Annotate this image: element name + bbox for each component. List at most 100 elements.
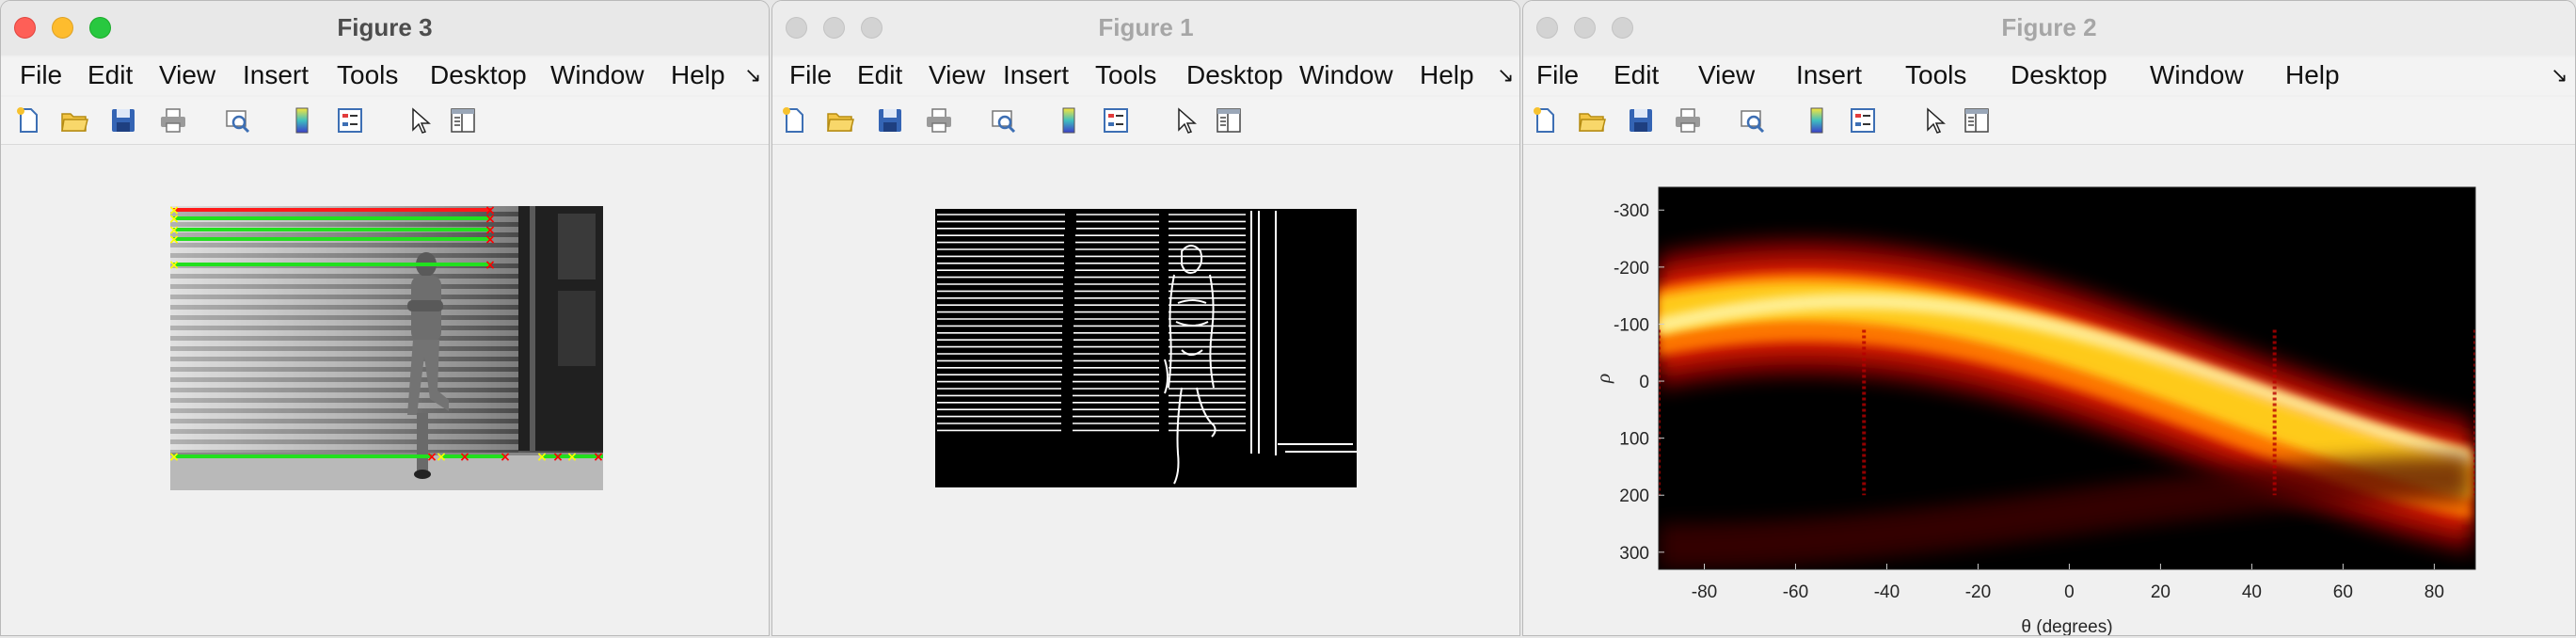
y-tick-label: 300 [1619, 544, 1649, 564]
print-preview-icon[interactable] [1738, 106, 1766, 135]
figure-toolbar [772, 97, 1519, 145]
figure2-window: Figure 2 File Edit View Insert Tools Des… [1522, 0, 2576, 636]
y-tick-label: 100 [1619, 430, 1649, 450]
property-editor-icon[interactable] [449, 106, 477, 135]
legend-icon[interactable] [336, 106, 364, 135]
svg-text:×: × [485, 232, 496, 247]
pointer-icon[interactable] [1171, 106, 1200, 135]
menu-edit[interactable]: Edit [857, 60, 902, 90]
menu-bar: File Edit View Insert Tools Desktop Wind… [1, 57, 769, 95]
property-editor-icon[interactable] [1215, 106, 1243, 135]
y-tick-label: -300 [1614, 201, 1649, 221]
colorbar-icon[interactable] [288, 106, 316, 135]
open-file-icon[interactable] [60, 106, 88, 135]
pointer-icon[interactable] [405, 106, 434, 135]
menu-bar: File Edit View Insert Tools Desktop Wind… [1523, 57, 2575, 95]
colorbar-icon[interactable] [1803, 106, 1831, 135]
print-preview-icon[interactable] [989, 106, 1017, 135]
figure-toolbar [1, 97, 769, 145]
menu-view[interactable]: View [159, 60, 215, 90]
open-file-icon[interactable] [1578, 106, 1606, 135]
x-tick-label: -20 [1965, 582, 1991, 602]
figure3-canvas: ×× ×× ×× ×× ×× ×× ×× × ×× ×× [1, 145, 769, 635]
menu-file[interactable]: File [20, 60, 62, 90]
y-axis-label: ρ [1592, 374, 1614, 384]
save-icon[interactable] [109, 106, 137, 135]
print-icon[interactable] [925, 106, 953, 135]
menu-edit[interactable]: Edit [87, 60, 133, 90]
figure2-canvas: -80 -60 -40 -20 0 20 40 60 80 -300 -200 -100 0 100 200… [1523, 145, 2575, 635]
legend-icon[interactable] [1849, 106, 1877, 135]
y-tick-label: -100 [1614, 315, 1649, 335]
menu-desktop[interactable]: Desktop [430, 60, 527, 90]
figure-toolbar [1523, 97, 2575, 145]
y-tick-label: -200 [1614, 259, 1649, 279]
svg-text:×: × [170, 450, 180, 465]
menu-overflow-icon[interactable]: ↘ [744, 63, 761, 88]
figure1-titlebar[interactable]: Figure 1 [772, 1, 1519, 56]
new-figure-icon[interactable] [14, 106, 42, 135]
x-tick-label: 60 [2333, 582, 2353, 602]
menu-window[interactable]: Window [550, 60, 644, 90]
window-title: Figure 2 [2001, 13, 2097, 41]
x-tick-label: 40 [2242, 582, 2262, 602]
menu-help[interactable]: Help [2285, 60, 2340, 90]
menu-insert[interactable]: Insert [243, 60, 309, 90]
figure3-titlebar[interactable]: Figure 3 [1, 1, 769, 56]
menu-overflow-icon[interactable]: ↘ [1497, 63, 1514, 88]
figure2-titlebar[interactable]: Figure 2 [1523, 1, 2575, 56]
menu-insert[interactable]: Insert [1003, 60, 1069, 90]
menu-view[interactable]: View [1698, 60, 1755, 90]
menu-view[interactable]: View [929, 60, 985, 90]
save-icon[interactable] [876, 106, 904, 135]
print-icon[interactable] [1674, 106, 1702, 135]
window-title: Figure 1 [1098, 13, 1194, 41]
new-figure-icon[interactable] [780, 106, 808, 135]
legend-icon[interactable] [1102, 106, 1130, 135]
property-editor-icon[interactable] [1963, 106, 1991, 135]
menu-file[interactable]: File [789, 60, 832, 90]
menu-help[interactable]: Help [671, 60, 725, 90]
x-axis-label: θ (degrees) [2021, 617, 2112, 636]
figure1-window: Figure 1 File Edit View Insert Tools Des… [771, 0, 1520, 636]
print-preview-icon[interactable] [223, 106, 251, 135]
edge-map-image[interactable] [935, 209, 1357, 487]
pointer-icon[interactable] [1920, 106, 1948, 135]
x-tick-label: -40 [1874, 582, 1900, 602]
svg-text:×: × [170, 232, 180, 247]
menu-overflow-icon[interactable]: ↘ [2551, 63, 2568, 88]
svg-text:×: × [552, 450, 564, 465]
figure1-canvas [772, 145, 1519, 635]
x-tick-label: 80 [2425, 582, 2444, 602]
detected-lines-image[interactable]: ×× ×× ×× ×× ×× ×× ×× × ×× ×× [170, 206, 603, 490]
colorbar-icon[interactable] [1055, 106, 1083, 135]
svg-text:×: × [459, 450, 470, 465]
y-tick-label: 200 [1619, 486, 1649, 506]
menu-desktop[interactable]: Desktop [1186, 60, 1283, 90]
menu-edit[interactable]: Edit [1614, 60, 1659, 90]
open-file-icon[interactable] [826, 106, 854, 135]
menu-file[interactable]: File [1536, 60, 1579, 90]
menu-bar: File Edit View Insert Tools Desktop Wind… [772, 57, 1519, 95]
svg-text:×: × [500, 450, 511, 465]
svg-text:×: × [436, 450, 447, 465]
menu-window[interactable]: Window [1299, 60, 1393, 90]
menu-window[interactable]: Window [2150, 60, 2244, 90]
menu-desktop[interactable]: Desktop [2011, 60, 2107, 90]
menu-tools[interactable]: Tools [337, 60, 398, 90]
svg-text:×: × [536, 450, 548, 465]
save-icon[interactable] [1627, 106, 1655, 135]
figure3-window: Figure 3 File Edit View Insert Tools Des… [0, 0, 770, 636]
menu-insert[interactable]: Insert [1796, 60, 1862, 90]
menu-tools[interactable]: Tools [1095, 60, 1156, 90]
svg-text:×: × [593, 450, 603, 465]
hough-transform-plot[interactable]: -80 -60 -40 -20 0 20 40 60 80-300-200-1000100200… [1523, 145, 2575, 636]
menu-tools[interactable]: Tools [1905, 60, 1966, 90]
print-icon[interactable] [159, 106, 187, 135]
x-tick-label: 0 [2064, 582, 2075, 602]
x-tick-label: 20 [2151, 582, 2171, 602]
x-tick-label: -80 [1692, 582, 1717, 602]
y-tick-label: 0 [1639, 373, 1649, 392]
new-figure-icon[interactable] [1531, 106, 1559, 135]
menu-help[interactable]: Help [1420, 60, 1474, 90]
